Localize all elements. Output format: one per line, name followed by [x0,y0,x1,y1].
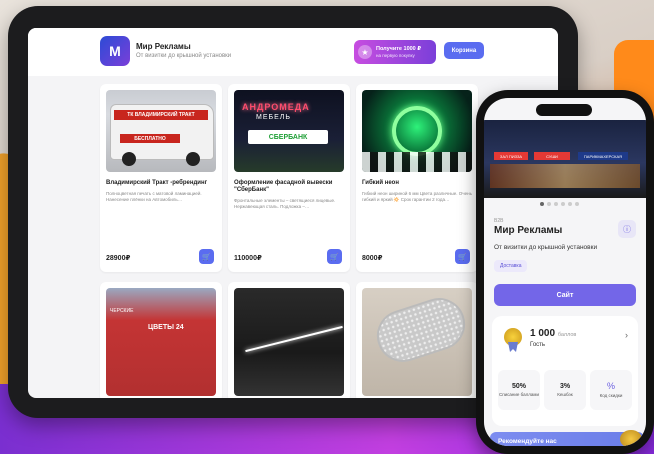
store-sign: СУШИ [534,152,570,160]
product-price: 110000₽ [234,255,262,262]
carousel-dot[interactable] [575,202,579,206]
cart-icon[interactable]: 🛒 [455,249,470,264]
top-bar: М Мир Рекламы От визитки до крышной уста… [28,28,558,76]
brand-logo[interactable]: М [100,36,130,66]
cart-icon[interactable]: 🛒 [327,249,342,264]
product-card[interactable]: ТК ВЛАДИМИРСКИЙ ТРАКТ БЕСПЛАТНО Владимир… [100,84,222,272]
brand-subtitle: От визитки до крышной установки [136,53,232,59]
store-sign: МЕБЕЛЬ [256,114,291,121]
product-image[interactable] [234,288,344,396]
checker-floor [362,152,472,172]
bus-banner: ТК ВЛАДИМИРСКИЙ ТРАКТ [114,110,208,120]
tile-value: 50% [511,382,526,390]
product-grid: ТК ВЛАДИМИРСКИЙ ТРАКТ БЕСПЛАТНО Владимир… [100,84,500,398]
product-price: 28900₽ [106,255,131,262]
coins-icon [620,430,642,446]
brand-block: Мир Рекламы От визитки до крышной устано… [136,42,231,59]
business-subtitle: От визитки до крышной установки [494,244,598,251]
store-sign: ПАРИКМАХЕРСКАЯ [578,152,628,160]
phone-screen: ЗАЛ ПИЗЗА СУШИ ПАРИКМАХЕРСКАЯ B2B Мир Ре… [484,98,646,446]
promo-button[interactable]: ★ Получите 1000 ₽ на первую покупку [354,40,436,64]
cart-button[interactable]: Корзина [444,42,484,59]
store-sign: ЦВЕТЫ 24 [148,324,184,331]
product-image[interactable] [362,288,472,396]
carousel-dot[interactable] [540,202,544,206]
product-card[interactable] [228,282,350,398]
tile-label: Кешбэк [557,391,573,397]
product-title[interactable]: Гибкий неон [362,180,472,187]
store-sign: ЗАЛ ПИЗЗА [494,152,528,160]
product-card[interactable]: АНДРОМЕДА МЕБЕЛЬ СБЕРБАНК Оформление фас… [228,84,350,272]
tile-value: 3% [559,382,571,390]
chevron-right-icon[interactable]: › [625,330,628,340]
wheel-shape [186,152,200,166]
storefront-glow [490,164,640,188]
product-image[interactable]: ТК ВЛАДИМИРСКИЙ ТРАКТ БЕСПЛАТНО [106,90,216,172]
carousel-dots[interactable] [540,202,579,206]
star-icon: ★ [358,45,372,59]
delivery-tag[interactable]: Доставка [494,260,528,272]
cart-icon[interactable]: 🛒 [199,249,214,264]
percent-tag-icon: % [606,381,615,392]
info-icon[interactable]: ⓘ [618,220,636,238]
product-description: Полноцветная печать с матовой ламинацией… [106,191,202,203]
grater-shape [370,291,472,369]
points-level: Гость [530,342,546,348]
product-card[interactable] [356,282,478,398]
brand-name: Мир Рекламы [136,42,191,51]
phone-device: ЗАЛ ПИЗЗА СУШИ ПАРИКМАХЕРСКАЯ B2B Мир Ре… [476,90,654,454]
tile-discount-code[interactable]: % Код скидки [590,370,632,410]
bus-banner: БЕСПЛАТНО [120,134,180,143]
tile-cashback[interactable]: 3% Кешбэк [544,370,586,410]
carousel-dot[interactable] [554,202,558,206]
product-card[interactable]: ЧЕРСКИЕ ЦВЕТЫ 24 [100,282,222,398]
tile-writeoff[interactable]: 50% Списание баллами [498,370,540,410]
cover-image[interactable]: ЗАЛ ПИЗЗА СУШИ ПАРИКМАХЕРСКАЯ [484,120,646,198]
neon-ring [392,106,442,156]
medal-ribbon-icon [508,342,518,352]
store-sign: АНДРОМЕДА [242,102,310,112]
business-name: Мир Рекламы [494,225,563,236]
carousel-dot[interactable] [568,202,572,206]
product-title[interactable]: Владимирский Тракт -ребрендинг [106,180,216,187]
product-description: Гибкий неон шириной 6 мм Цвета различные… [362,191,472,203]
product-price: 8000₽ [362,255,383,262]
benefit-tiles: 50% Списание баллами 3% Кешбэк % Код ски… [498,370,632,410]
points-card[interactable]: 1 000 баллов Гость › 50% Списание баллам… [492,316,638,426]
led-strip [245,325,343,353]
product-description: Фронтальные элементы – светящиеся лицевы… [234,198,336,210]
b2b-label: B2B [494,218,504,224]
wheel-shape [122,152,136,166]
tile-label: Списание баллами [498,391,540,397]
points-value: 1 000 баллов [530,328,576,339]
product-image[interactable] [362,90,472,172]
product-image[interactable]: АНДРОМЕДА МЕБЕЛЬ СБЕРБАНК [234,90,344,172]
sberbank-sign: СБЕРБАНК [248,130,328,144]
store-sign: ЧЕРСКИЕ [110,308,134,314]
product-image[interactable]: ЧЕРСКИЕ ЦВЕТЫ 24 [106,288,216,396]
phone-notch [536,104,592,116]
points-unit: баллов [557,332,577,338]
product-title[interactable]: Оформление фасадной вывески "СберБанк" [234,180,344,194]
product-card[interactable]: Гибкий неон Гибкий неон шириной 6 мм Цве… [356,84,478,272]
site-button[interactable]: Сайт [494,284,636,306]
tile-label: Код скидки [599,393,623,399]
carousel-dot[interactable] [547,202,551,206]
points-number: 1 000 [530,328,556,339]
carousel-dot[interactable] [561,202,565,206]
promo-subtitle: на первую покупку [376,52,415,58]
